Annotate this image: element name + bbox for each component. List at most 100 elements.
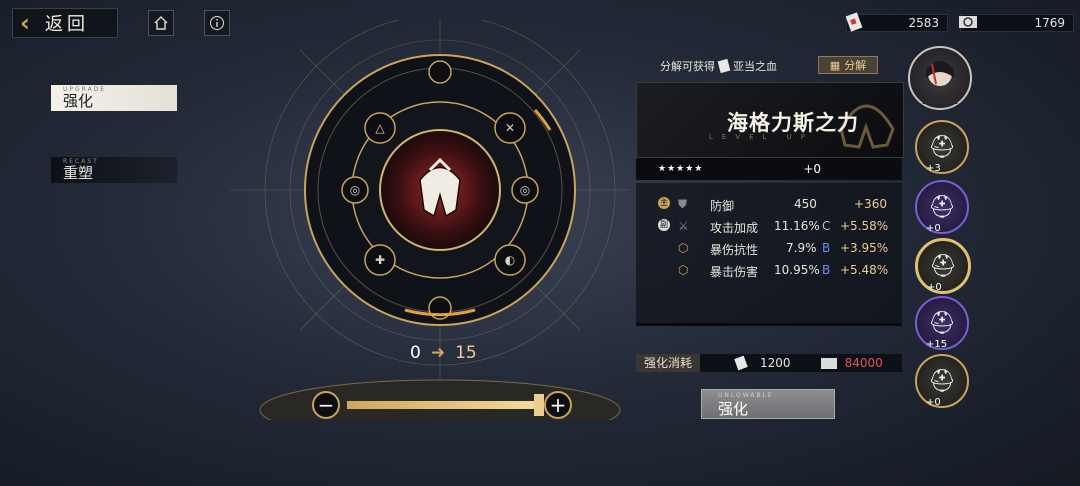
blood-item-icon	[717, 58, 731, 74]
helmet-icon: ⛑	[928, 134, 956, 160]
upgrade-wheel: △ ✕ ◎ ◎ ✚ ◐	[230, 20, 630, 420]
stat-name: 攻击加成	[710, 221, 759, 235]
grade-badge: B	[822, 241, 831, 255]
equipment-level: +0	[926, 223, 941, 234]
stat-row: 副 ⚔ 攻击加成 11.16% C +5.58%	[636, 215, 902, 237]
item-stars: ★★★★★	[658, 164, 704, 174]
stat-row: ⬡ 暴伤抗性 7.9% B +3.95%	[636, 237, 902, 259]
equipment-level: +0	[927, 282, 942, 293]
dismantle-button-label: 分解	[844, 59, 867, 72]
gold-cost: 84000	[844, 356, 883, 370]
stat-value: 7.9%	[786, 241, 817, 255]
ticket-icon	[959, 16, 977, 28]
tab-recast[interactable]: RECAST 重塑	[51, 157, 177, 183]
crit-damage-icon: ⬡	[678, 263, 689, 277]
svg-text:✚: ✚	[375, 253, 385, 267]
stat-name: 防御	[710, 199, 735, 213]
upgrade-button[interactable]: UNLOWABLE 强化	[701, 389, 835, 419]
helmet-icon: ⛑	[929, 253, 957, 279]
ticket-icon	[820, 357, 837, 369]
tab-upgrade-sub: UPGRADE	[63, 85, 107, 93]
dismantle-icon: ▦	[829, 58, 841, 72]
dismantle-button[interactable]: ▦ 分解	[818, 56, 878, 74]
character-avatar[interactable]	[908, 46, 972, 110]
arrow-right-icon: ➜	[430, 343, 446, 363]
upgrade-button-sub: UNLOWABLE	[718, 392, 774, 399]
dismantle-text: 分解可获得	[660, 60, 715, 73]
svg-text:△: △	[375, 121, 385, 135]
slider-fill	[347, 401, 537, 409]
stat-bonus: +5.58%	[840, 219, 889, 233]
card-icon	[734, 355, 748, 371]
helmet-icon: ⛑	[928, 368, 956, 394]
equipment-slot[interactable]: ⛑ +0	[915, 354, 969, 408]
svg-text:◎: ◎	[350, 183, 360, 197]
shield-icon: ⛊	[678, 197, 688, 211]
level-slider[interactable]: − +	[310, 387, 572, 423]
plus-icon: +	[549, 393, 567, 417]
tab-upgrade[interactable]: UPGRADE 强化	[51, 85, 177, 111]
grade-badge: C	[822, 219, 831, 233]
attack-icon: ⚔	[678, 219, 689, 233]
upgrade-button-label: 强化	[718, 400, 749, 418]
equipment-slot-selected[interactable]: ⛑ +0	[915, 238, 971, 294]
helmet-icon: ⛑	[928, 310, 956, 336]
back-button[interactable]: ‹ 返回	[12, 8, 118, 38]
character-portrait-icon	[922, 61, 958, 104]
decrease-button[interactable]: −	[312, 391, 340, 419]
back-label: 返回	[45, 14, 89, 35]
cost-label: 强化消耗	[636, 354, 701, 372]
helmet-icon: ⛑	[928, 194, 956, 220]
level-to: 15	[455, 343, 477, 363]
dismantle-info: 分解可获得 亚当之血	[660, 58, 777, 74]
level-progress: 0 ➜ 15	[410, 343, 477, 363]
upgrade-cost-bar: 强化消耗 1200 84000	[636, 354, 902, 372]
svg-text:◐: ◐	[505, 253, 515, 267]
home-button[interactable]	[148, 10, 174, 36]
item-title-card: 海格力斯之力 LEVEL UP	[636, 82, 904, 158]
item-level: +0	[803, 162, 822, 176]
equipment-level: +0	[926, 397, 941, 408]
stat-row: 主 ⛊ 防御 450 +360	[636, 193, 902, 215]
stat-bonus: +5.48%	[840, 263, 889, 277]
tab-recast-label: 重塑	[63, 163, 94, 182]
crit-resist-icon: ⬡	[678, 241, 689, 255]
stat-name: 暴击伤害	[710, 265, 759, 279]
chevron-left-icon: ‹	[20, 9, 30, 37]
ticket-amount: 1769	[1034, 16, 1065, 30]
card-currency: 2583	[845, 12, 948, 32]
card-amount: 2583	[908, 16, 939, 30]
level-from: 0	[410, 343, 421, 363]
stat-value: 450	[794, 197, 817, 211]
equipment-slot[interactable]: ⛑ +15	[915, 296, 969, 350]
equipment-slot[interactable]: ⛑ +0	[915, 180, 969, 234]
card-cost: 1200	[760, 356, 791, 370]
dismantle-item: 亚当之血	[733, 60, 777, 73]
equipment-level: +15	[926, 339, 948, 350]
slider-handle[interactable]	[534, 394, 544, 416]
stat-name: 暴伤抗性	[710, 243, 759, 257]
equipment-level: +3	[926, 163, 941, 174]
stat-bonus: +360	[854, 197, 887, 211]
minus-icon: −	[317, 393, 335, 417]
grade-badge: B	[822, 263, 831, 277]
increase-button[interactable]: +	[544, 391, 572, 419]
main-stat-badge: 主	[658, 197, 670, 209]
card-icon	[845, 12, 863, 32]
stat-value: 11.16%	[774, 219, 820, 233]
sub-stat-badge: 副	[658, 219, 670, 231]
ticket-currency: 1769	[959, 14, 1074, 32]
svg-text:✕: ✕	[505, 121, 515, 135]
stars-row: ★★★★★ +0	[636, 158, 902, 180]
stats-panel: 主 ⛊ 防御 450 +360 副 ⚔ 攻击加成 11.16% C +5.58%…	[636, 183, 902, 326]
home-icon	[154, 16, 168, 30]
stat-bonus: +3.95%	[840, 241, 889, 255]
equipment-slot[interactable]: ⛑ +3	[915, 120, 969, 174]
tab-upgrade-label: 强化	[63, 91, 94, 110]
tab-recast-sub: RECAST	[63, 157, 99, 165]
slider-track[interactable]	[346, 400, 538, 410]
item-sub: LEVEL UP	[709, 133, 815, 141]
stat-row: ⬡ 暴击伤害 10.95% B +5.48%	[636, 259, 902, 281]
stat-value: 10.95%	[774, 263, 820, 277]
svg-text:◎: ◎	[520, 183, 530, 197]
